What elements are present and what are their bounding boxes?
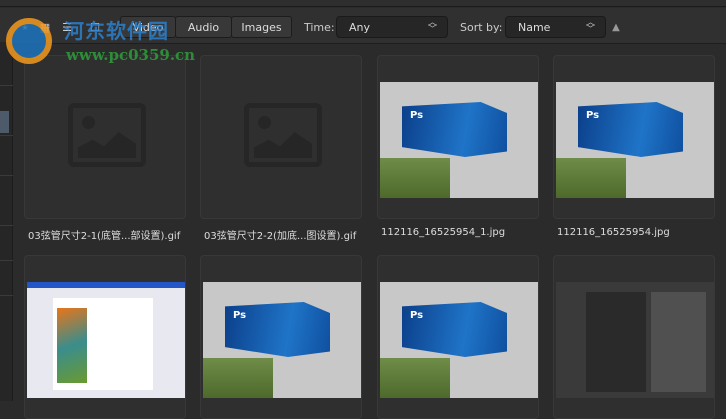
sort-select[interactable]: Name ︿ ﹀ [505,16,606,38]
media-item[interactable]: Ps [377,255,539,419]
image-thumbnail: Ps [380,282,538,398]
sort-ascending-icon[interactable]: ▲ [610,17,622,38]
filter-audio-button[interactable]: Audio [175,16,232,38]
sort-value: Name [518,20,551,34]
watermark-url: www.pc0359.cn [66,46,196,64]
media-item[interactable] [24,55,186,219]
media-item-name: 03弦管尺寸2-1(底管...部设置).gif [28,231,181,242]
media-item-name: 112116_16525954.jpg [557,227,670,238]
image-thumbnail: Ps [380,82,538,198]
title-bar [0,0,726,7]
media-item[interactable] [24,255,186,419]
image-thumbnail: Ps [203,282,361,398]
image-thumbnail: Ps [556,82,714,198]
media-item[interactable]: Ps [553,55,715,219]
media-item-name: 03弦管尺寸2-2(加底...图设置).gif [204,231,357,242]
image-thumbnail [27,282,185,398]
chevron-updown-icon: ︿ ﹀ [427,18,437,35]
watermark-logo [4,16,64,68]
watermark-title: 河东软件园 [64,19,169,43]
sort-label: Sort by: [460,21,503,34]
media-item[interactable] [200,55,362,219]
sidebar-selected-item[interactable] [0,111,9,133]
sidebar [0,42,13,401]
time-value: Any [349,20,371,34]
media-item[interactable] [553,255,715,419]
media-item[interactable]: Ps [200,255,362,419]
time-label: Time: [304,21,335,34]
image-placeholder-icon [244,103,322,167]
media-item-name: 112116_16525954_1.jpg [381,227,506,238]
chevron-updown-icon: ︿ ﹀ [585,18,595,35]
image-placeholder-icon [68,103,146,167]
media-item[interactable]: Ps [377,55,539,219]
filter-images-button[interactable]: Images [231,16,292,38]
image-thumbnail [556,282,714,398]
time-select[interactable]: Any ︿ ﹀ [336,16,448,38]
